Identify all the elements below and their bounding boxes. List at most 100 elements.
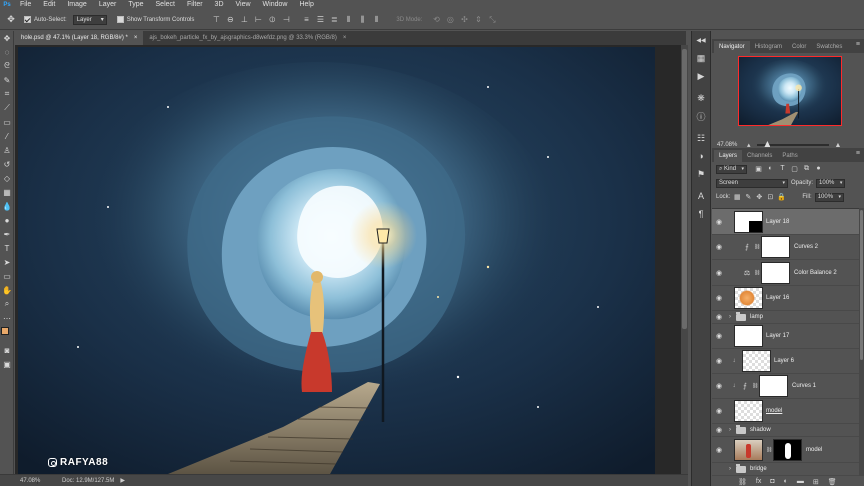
zoom-slider-knob[interactable] (764, 141, 771, 147)
3d-scale-icon[interactable]: ⤡ (486, 14, 498, 26)
distribute-hcenter-icon[interactable]: ⫼ (356, 14, 368, 26)
tab-histogram[interactable]: Histogram (750, 41, 787, 53)
blur-icon[interactable]: 💧 (0, 199, 14, 213)
navigator-preview[interactable] (738, 56, 842, 126)
distribute-top-icon[interactable]: ≡ (300, 14, 312, 26)
visibility-eye-icon[interactable]: ◉ (712, 446, 726, 454)
quick-mask-icon[interactable]: ◙ (0, 343, 14, 357)
menu-filter[interactable]: Filter (181, 0, 209, 10)
menu-view[interactable]: View (230, 0, 257, 10)
panel-menu-icon[interactable]: ≡ (856, 150, 860, 157)
layer-mask-thumbnail[interactable] (773, 438, 802, 461)
align-vcenter-icon[interactable]: ⊖ (224, 14, 236, 26)
navigator-view-box[interactable] (738, 56, 842, 126)
new-layer-icon[interactable]: ⊞ (813, 478, 819, 486)
visibility-eye-icon[interactable]: ◉ (712, 243, 726, 251)
align-hcenter-icon[interactable]: ⦶ (266, 14, 278, 26)
delete-layer-icon[interactable]: 🗑 (828, 478, 837, 486)
layer-row[interactable]: ◉ Layer 16 (712, 286, 859, 311)
add-mask-icon[interactable]: ◘ (770, 478, 774, 485)
stamp-icon[interactable]: ♙ (0, 143, 14, 157)
layer-group-row[interactable]: ◉ › shadow (712, 424, 859, 437)
tab-layers[interactable]: Layers (714, 150, 743, 162)
layer-row[interactable]: ◉ Layer 17 (712, 324, 859, 349)
blend-mode-select[interactable]: Screen (716, 178, 788, 188)
quick-select-icon[interactable]: ✎ (0, 73, 14, 87)
tab-color[interactable]: Color (787, 41, 811, 53)
eyedropper-icon[interactable]: ⟋ (0, 101, 14, 115)
collapse-dock-icon[interactable]: ◀◀ (692, 31, 710, 49)
move-tool-icon[interactable]: ✥ (4, 13, 18, 27)
zoom-icon[interactable]: ⌕ (0, 297, 14, 311)
link-layers-icon[interactable]: ⛓ (738, 478, 747, 486)
marquee-icon[interactable]: ◌ (0, 45, 14, 59)
layer-name[interactable]: Layer 16 (766, 295, 789, 301)
lock-all-icon[interactable]: 🔒 (777, 193, 786, 201)
menu-help[interactable]: Help (293, 0, 319, 10)
character-icon[interactable]: A (692, 187, 710, 205)
layer-name[interactable]: Color Balance 2 (794, 270, 837, 276)
color-swatches[interactable] (0, 325, 14, 343)
zoom-slider[interactable] (756, 141, 829, 147)
layer-name[interactable]: bridge (750, 466, 767, 472)
auto-select-option[interactable]: Auto-Select: (24, 16, 67, 23)
type-icon[interactable]: T (0, 241, 14, 255)
menu-file[interactable]: File (14, 0, 37, 10)
align-left-icon[interactable]: ⊢ (252, 14, 264, 26)
properties-icon[interactable]: ☷ (692, 129, 710, 147)
canvas-area[interactable]: RAFYA88 (15, 45, 681, 474)
visibility-eye-icon[interactable]: ◉ (712, 407, 726, 415)
shape-icon[interactable]: ▭ (0, 269, 14, 283)
styles-icon[interactable]: ⚑ (692, 165, 710, 183)
filter-toggle-icon[interactable]: ● (814, 165, 823, 173)
auto-select-checkbox[interactable] (24, 16, 31, 23)
fill-input[interactable]: 100% (814, 192, 845, 202)
3d-slide-icon[interactable]: ⇕ (472, 14, 484, 26)
layer-mask-thumbnail[interactable] (761, 236, 790, 258)
move-icon[interactable]: ✥ (0, 31, 14, 45)
align-right-icon[interactable]: ⊣ (280, 14, 292, 26)
visibility-eye-icon[interactable]: ◉ (712, 294, 726, 302)
visibility-eye-icon[interactable]: ◉ (712, 269, 726, 277)
auto-select-target-select[interactable]: Layer (72, 14, 107, 25)
filter-pixel-icon[interactable]: ▣ (754, 165, 763, 173)
panel-menu-icon[interactable]: ≡ (856, 41, 860, 48)
layer-name[interactable]: Curves 2 (794, 244, 818, 250)
new-group-icon[interactable]: ▬ (797, 478, 804, 485)
visibility-eye-icon[interactable]: ◉ (712, 218, 726, 226)
3d-rotate-icon[interactable]: ⟲ (430, 14, 442, 26)
distribute-right-icon[interactable]: ⦀ (370, 14, 382, 26)
lock-transparency-icon[interactable]: ▦ (733, 193, 741, 201)
dodge-icon[interactable]: ● (0, 213, 14, 227)
lock-artboard-icon[interactable]: ⊡ (766, 193, 774, 201)
path-select-icon[interactable]: ➤ (0, 255, 14, 269)
status-menu-arrow-icon[interactable]: ▶ (120, 477, 125, 484)
visibility-eye-icon[interactable]: ◉ (712, 357, 726, 365)
menu-type[interactable]: Type (122, 0, 149, 10)
visibility-eye-icon[interactable]: ◉ (712, 332, 726, 340)
brush-icon[interactable]: ⁄ (0, 129, 14, 143)
layer-row[interactable]: ◉ ↓ Layer 6 (712, 349, 859, 374)
layer-name[interactable]: model (766, 408, 782, 414)
layer-name[interactable]: lamp (750, 314, 763, 320)
actions-icon[interactable]: ▶ (692, 67, 710, 85)
distribute-vcenter-icon[interactable]: ☰ (314, 14, 326, 26)
menu-image[interactable]: Image (61, 0, 92, 10)
screen-mode-icon[interactable]: ▣ (0, 357, 14, 371)
new-adjustment-icon[interactable]: ◐ (784, 478, 788, 485)
lock-pixels-icon[interactable]: ✎ (744, 193, 752, 201)
layer-name[interactable]: shadow (750, 427, 771, 433)
visibility-eye-icon[interactable]: ◉ (712, 382, 726, 390)
canvas-vertical-scrollbar[interactable] (681, 45, 688, 474)
distribute-bottom-icon[interactable]: ≣ (328, 14, 340, 26)
layer-group-row[interactable]: ◉ › lamp (712, 311, 859, 324)
healing-icon[interactable]: ▭ (0, 115, 14, 129)
layer-name[interactable]: Layer 17 (766, 333, 789, 339)
3d-pan-icon[interactable]: ✣ (458, 14, 470, 26)
tab-paths[interactable]: Paths (777, 150, 802, 162)
align-top-icon[interactable]: ⊤ (210, 14, 222, 26)
layers-scrollbar[interactable] (859, 208, 864, 476)
visibility-eye-icon[interactable]: ◉ (712, 313, 726, 321)
filter-kind-select[interactable]: ⌕ Kind (716, 164, 748, 174)
layer-list[interactable]: ◉ Layer 18 ◉ ⨍ ⛓ Curves 2 ◉ ⚖ ⛓ Color Ba… (712, 208, 859, 476)
